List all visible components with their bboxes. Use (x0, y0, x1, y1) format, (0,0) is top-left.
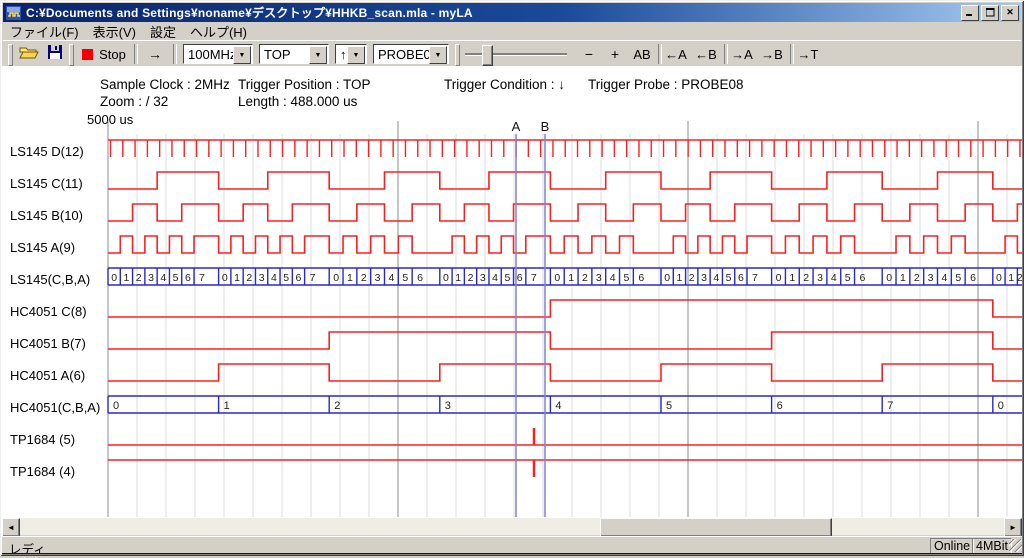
floppy-save-icon (48, 45, 63, 63)
channel-label: LS145 D(12) (10, 144, 84, 159)
toolbar: Stop → 100MHz ▼ TOP ▼ ↑ ▼ PROBE00 ▼ − + … (3, 40, 1021, 68)
channel-label: TP1684 (4) (10, 464, 75, 479)
chevron-down-icon[interactable]: ▼ (233, 46, 251, 64)
maximize-button[interactable] (981, 5, 999, 21)
trigger-edge-value: ↑ (340, 47, 347, 62)
left-triangle-icon: ◄ (7, 523, 15, 532)
open-file-button[interactable] (17, 43, 41, 65)
menu-view[interactable]: 表示(V) (86, 21, 143, 42)
zoom-ab-button[interactable]: AB (629, 43, 655, 65)
channel-label: HC4051 A(6) (10, 368, 85, 383)
application-window: { "window": { "title": "C:¥Documents and… (0, 0, 1024, 556)
toolbar-grip[interactable] (69, 44, 74, 66)
close-button[interactable]: ✕ (1001, 5, 1019, 21)
chevron-down-icon[interactable]: ▼ (347, 46, 365, 64)
channel-label: LS145 B(10) (10, 208, 83, 223)
stop-square-icon (82, 49, 93, 60)
sample-clock-info: Sample Clock : 2MHz (100, 77, 230, 92)
trigger-position-info: Trigger Position : TOP (238, 77, 371, 92)
title-bar: C:¥Documents and Settings¥noname¥デスクトップ¥… (3, 3, 1021, 22)
goto-cursor-b-left-button[interactable]: ←B (693, 43, 719, 65)
trigger-probe-combo[interactable]: PROBE00 ▼ (373, 44, 449, 64)
channel-label: HC4051 C(8) (10, 304, 87, 319)
right-arrow-run-icon: → (148, 46, 162, 62)
scroll-left-button[interactable]: ◄ (2, 518, 20, 537)
stop-button[interactable]: Stop (79, 43, 129, 65)
time-ruler-label: 5000 us (87, 112, 133, 127)
trigger-probe-info: Trigger Probe : PROBE08 (588, 77, 744, 92)
channel-label: HC4051(C,B,A) (10, 400, 100, 415)
menu-file[interactable]: ファイル(F) (3, 21, 86, 42)
zoom-out-button[interactable]: − (577, 43, 601, 65)
trigger-position-combo[interactable]: TOP ▼ (259, 44, 329, 64)
toolbar-separator (658, 44, 662, 64)
window-controls: ✕ (961, 5, 1019, 21)
trigger-condition-info: Trigger Condition : ↓ (444, 77, 565, 92)
resize-grip[interactable] (1009, 539, 1022, 552)
right-triangle-icon: ► (1009, 523, 1017, 532)
menu-bar: ファイル(F) 表示(V) 設定 ヘルプ(H) (3, 22, 1021, 40)
sample-clock-value: 100MHz (188, 47, 236, 62)
length-info: Length : 488.000 us (238, 94, 357, 109)
zoom-slider-track[interactable] (465, 53, 567, 56)
waveform-panel (2, 66, 1022, 518)
trigger-edge-combo[interactable]: ↑ ▼ (335, 44, 367, 64)
zoom-slider-thumb[interactable] (482, 45, 493, 66)
chevron-down-icon[interactable]: ▼ (309, 46, 327, 64)
channel-label: HC4051 B(7) (10, 336, 86, 351)
app-icon (6, 5, 22, 21)
channel-label: LS145 C(11) (10, 176, 83, 191)
scroll-right-button[interactable]: ► (1004, 518, 1022, 537)
toolbar-grip[interactable] (455, 44, 460, 66)
status-online-badge: Online (930, 538, 974, 554)
sample-clock-combo[interactable]: 100MHz ▼ (183, 44, 253, 64)
toolbar-separator (134, 44, 138, 64)
channel-label: LS145 A(9) (10, 240, 75, 255)
channel-label: TP1684 (5) (10, 432, 75, 447)
zoom-info: Zoom : / 32 (100, 94, 168, 109)
trigger-position-value: TOP (264, 47, 291, 62)
run-button[interactable]: → (141, 43, 169, 65)
status-bar: レディ Online 4MBit (2, 536, 1022, 554)
chevron-down-icon[interactable]: ▼ (429, 46, 447, 64)
horizontal-scrollbar[interactable]: ◄ ► (2, 518, 1022, 535)
toolbar-grip[interactable] (8, 44, 13, 66)
toolbar-separator (724, 44, 728, 64)
stop-label: Stop (99, 47, 126, 62)
toolbar-separator (173, 44, 177, 64)
goto-trigger-button[interactable]: →T (795, 43, 821, 65)
minimize-button[interactable] (961, 5, 979, 21)
toolbar-separator (790, 44, 794, 64)
channel-label: LS145(C,B,A) (10, 272, 90, 287)
goto-cursor-a-left-button[interactable]: ←A (663, 43, 689, 65)
menu-help[interactable]: ヘルプ(H) (183, 21, 254, 42)
goto-cursor-a-right-button[interactable]: →A (729, 43, 755, 65)
status-memory-badge: 4MBit (972, 538, 1012, 554)
open-folder-icon (19, 45, 39, 63)
goto-cursor-b-right-button[interactable]: →B (759, 43, 785, 65)
scrollbar-thumb[interactable] (600, 518, 832, 537)
menu-settings[interactable]: 設定 (143, 21, 183, 42)
save-file-button[interactable] (43, 43, 67, 65)
zoom-in-button[interactable]: + (603, 43, 627, 65)
window-title: C:¥Documents and Settings¥noname¥デスクトップ¥… (26, 4, 961, 21)
